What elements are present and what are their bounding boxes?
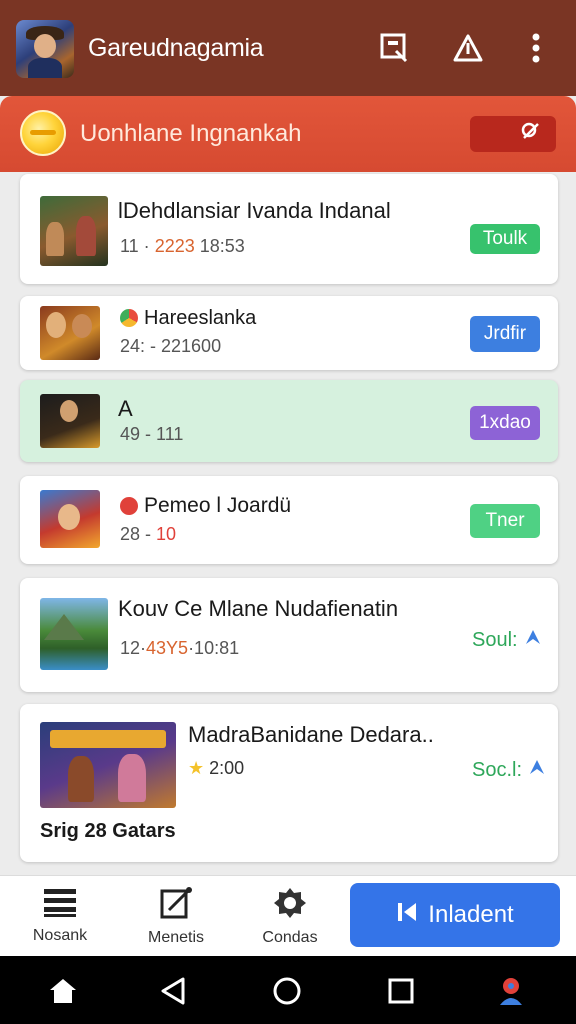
home-icon[interactable] [46,974,80,1008]
nav-item-list[interactable]: Nosank [20,876,100,957]
game-thumbnail [40,490,100,548]
brand-icon [120,309,138,327]
app-bar: Gareudnagamia [0,0,576,96]
search-button[interactable] [470,116,556,152]
search-icon [520,121,542,148]
list-icon [43,888,77,923]
more-vert-icon[interactable] [518,28,554,68]
card-meta: ★ 2:00 [188,758,245,778]
action-button[interactable]: Jrdfir [470,316,540,352]
heart-badge-icon [120,497,138,515]
assistant-icon[interactable] [494,974,528,1008]
fly-icon [524,628,542,652]
system-nav-bar [0,956,576,1024]
edit-icon [159,886,193,925]
cta-button[interactable]: Inladent [350,883,560,947]
game-thumbnail [40,722,176,808]
list-item[interactable]: Hareeslanka 24: - 221600 Jrdfir [20,296,558,370]
game-thumbnail [40,598,108,670]
app-title: Gareudnagamia [88,34,264,62]
card-title: Pemeo l Joardü [120,494,291,518]
status-label[interactable]: Soc.l: [472,758,546,782]
coin-icon [20,110,66,156]
search-banner: Uonhlane Ingnankah [0,96,576,172]
star-icon: ★ [188,758,205,778]
cast-icon[interactable] [376,28,412,68]
action-button[interactable]: Tner [470,504,540,538]
banner-title: Uonhlane Ingnankah [80,120,302,147]
nav-item-edit[interactable]: Menetis [136,876,216,957]
card-title: MadraBanidane Dedara.. [188,722,434,747]
action-button[interactable]: Toulk [470,224,540,254]
game-thumbnail [40,196,108,266]
card-title: lDehdlansiar Ivanda Indanal [118,198,391,223]
card-meta: 28 - 10 [120,524,177,544]
bottom-nav: Nosank Menetis Condas Inladent [0,875,576,956]
app-logo[interactable] [16,20,74,78]
badge-icon [273,886,307,925]
circle-home-icon[interactable] [270,974,304,1008]
card-footer: Srig 28 Gatars [40,820,176,842]
card-title: Kouv Ce Mlane Nudafienatin [118,596,399,621]
card-meta: 12·43Y5·10:81 [120,638,240,658]
list-item[interactable]: Pemeo l Joardü 28 - 10 Tner [20,476,558,564]
list-item[interactable]: A 49 - 111 1xdao [20,380,558,462]
card-meta: 24: - 221600 [120,336,222,356]
fly-icon [528,758,546,782]
list-item[interactable]: Kouv Ce Mlane Nudafienatin 12·43Y5·10:81… [20,578,558,692]
game-thumbnail [40,306,100,360]
share-icon[interactable] [450,28,486,68]
card-title: A [118,396,133,421]
action-button[interactable]: 1xdao [470,406,540,440]
game-thumbnail [40,394,100,448]
status-label[interactable]: Soul: [472,628,542,652]
recents-icon[interactable] [384,974,418,1008]
card-meta: 49 - 111 [120,424,184,444]
card-title: Hareeslanka [120,306,256,330]
nav-item-badge[interactable]: Condas [250,876,330,957]
back-icon[interactable] [156,974,190,1008]
skip-back-icon [396,901,418,930]
list-item[interactable]: lDehdlansiar Ivanda Indanal 11 · 2223 18… [20,174,558,284]
card-meta: 11 · 2223 18:53 [120,236,245,256]
list-item[interactable]: MadraBanidane Dedara.. ★ 2:00 Soc.l: Sri… [20,704,558,862]
